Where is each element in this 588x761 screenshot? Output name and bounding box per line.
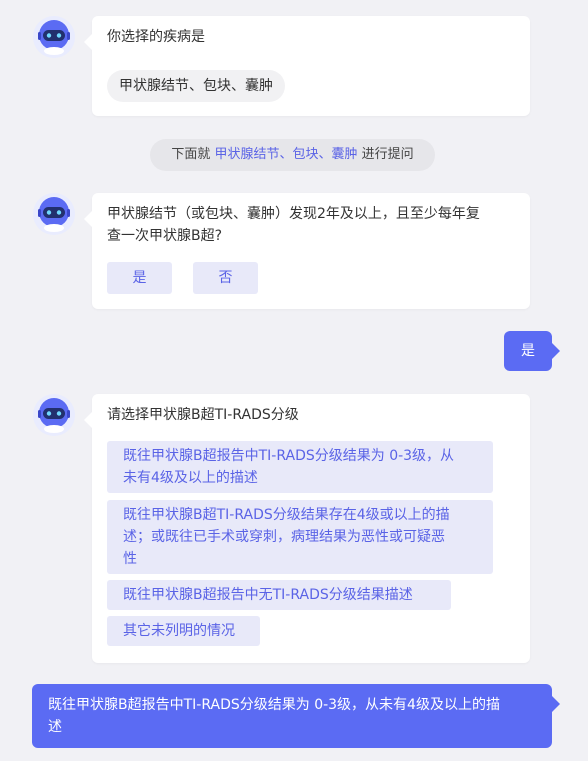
option-line: 既往甲状腺B超报告中TI-RADS分级结果为 0-3级，从 (123, 448, 455, 464)
robot-avatar-icon (33, 16, 75, 58)
no-button[interactable]: 否 (193, 262, 258, 294)
topic-notice: 下面就 甲状腺结节、包块、囊肿 进行提问 (150, 139, 435, 171)
message-text: 请选择甲状腺B超TI-RADS分级 (107, 407, 299, 423)
message-card-question: 甲状腺结节（或包块、囊肿）发现2年及以上，且至少每年复 查一次甲状腺B超? 是 … (84, 193, 530, 309)
message-card-disease: 你选择的疾病是 甲状腺结节、包块、囊肿 (84, 16, 530, 116)
option-tirads-4-plus[interactable]: 既往甲状腺B超TI-RADS分级结果存在4级或以上的描 述；或既往已手术或穿刺，… (107, 500, 493, 574)
question-line-1: 甲状腺结节（或包块、囊肿）发现2年及以上，且至少每年复 (107, 206, 480, 222)
option-no-tirads[interactable]: 既往甲状腺B超报告中无TI-RADS分级结果描述 (107, 580, 451, 610)
option-line: 未有4级及以上的描述 (123, 470, 258, 486)
reply-line: 述 (48, 719, 62, 735)
question-line-2: 查一次甲状腺B超? (107, 228, 223, 244)
option-line: 述；或既往已手术或穿刺，病理结果为恶性或可疑恶 (123, 529, 445, 545)
reply-line: 既往甲状腺B超报告中TI-RADS分级结果为 0-3级，从未有4级及以上的描 (48, 697, 500, 713)
user-reply-bubble-tirads: 既往甲状腺B超报告中TI-RADS分级结果为 0-3级，从未有4级及以上的描 述 (32, 684, 560, 748)
message-text: 你选择的疾病是 (107, 29, 205, 45)
notice-prefix: 下面就 (171, 147, 211, 162)
option-line: 性 (123, 551, 137, 567)
selected-disease-chip: 甲状腺结节、包块、囊肿 (107, 70, 285, 102)
notice-topic: 甲状腺结节、包块、囊肿 (214, 147, 358, 162)
option-line: 既往甲状腺B超TI-RADS分级结果存在4级或以上的描 (123, 507, 450, 523)
yes-button[interactable]: 是 (107, 262, 172, 294)
robot-avatar-icon (33, 394, 75, 436)
robot-avatar-icon (33, 193, 75, 235)
option-tirads-0-3[interactable]: 既往甲状腺B超报告中TI-RADS分级结果为 0-3级，从 未有4级及以上的描述 (107, 441, 493, 493)
user-reply-bubble: 是 (504, 331, 560, 371)
notice-suffix: 进行提问 (361, 147, 414, 162)
option-other[interactable]: 其它未列明的情况 (107, 616, 260, 646)
